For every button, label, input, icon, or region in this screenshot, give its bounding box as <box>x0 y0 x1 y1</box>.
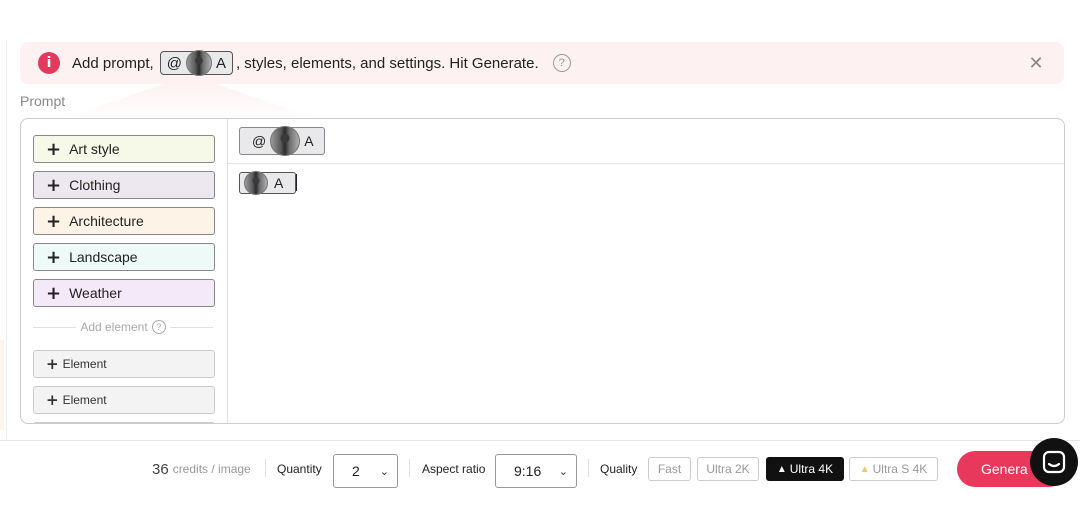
chevron-down-icon: ⌄ <box>558 464 568 478</box>
help-icon[interactable]: ? <box>552 54 571 72</box>
quantity-label: Quantity <box>277 462 322 476</box>
plus-icon: + <box>46 355 59 373</box>
plus-icon: + <box>46 246 62 268</box>
ultra-icon: ▲ <box>776 463 787 475</box>
weather-button[interactable]: + Weather <box>33 279 215 307</box>
prompt-label: Prompt <box>20 93 66 109</box>
add-element-divider: Add element ? <box>33 319 214 335</box>
quality-option-label: Ultra 4K <box>789 462 834 476</box>
quality-option-label: Fast <box>657 462 682 476</box>
quality-ultra-s-4k-button[interactable]: ▲ Ultra S 4K <box>849 457 938 481</box>
generation-settings-bar: 36 credits / image Quantity 2 ⌄ Aspect r… <box>0 440 1080 488</box>
credits-number: 36 <box>152 460 169 478</box>
add-element-label: Add element <box>80 320 148 334</box>
clothing-button[interactable]: + Clothing <box>33 171 215 199</box>
generate-label: Genera <box>981 461 1028 477</box>
banner-text-after: , styles, elements, and settings. Hit Ge… <box>235 54 539 72</box>
plus-icon: + <box>46 391 59 409</box>
credits-unit: credits / image <box>172 462 251 476</box>
prompt-box: + Art style + Clothing + Architecture + … <box>20 118 1065 424</box>
credits-info: 36 credits / image <box>152 449 251 489</box>
inline-reference-chip[interactable]: A <box>239 171 297 195</box>
element-sidebar: + Art style + Clothing + Architecture + … <box>21 119 228 423</box>
plus-icon: + <box>46 174 62 196</box>
add-element-button-partial[interactable] <box>33 422 215 423</box>
separator <box>265 459 266 477</box>
chat-icon <box>1042 450 1066 474</box>
aspect-ratio-value: 9:16 <box>514 463 542 479</box>
aspect-ratio-label: Aspect ratio <box>422 462 486 476</box>
element-button-label: Element <box>62 357 107 371</box>
at-symbol: @ <box>252 133 267 149</box>
close-icon[interactable]: ✕ <box>1026 53 1046 74</box>
element-button-label: Element <box>62 393 107 407</box>
reference-row: @ A <box>228 119 1064 164</box>
help-icon[interactable]: ? <box>151 320 166 334</box>
separator <box>409 459 410 477</box>
add-element-button[interactable]: + Element <box>33 350 215 378</box>
info-icon: i <box>38 52 60 74</box>
divider-line <box>33 326 77 328</box>
hint-banner: i Add prompt, @ A , styles, elements, an… <box>20 42 1064 84</box>
banner-text: Add prompt, @ A , styles, elements, and … <box>72 42 571 84</box>
prompt-editor[interactable]: @ A A <box>228 119 1064 423</box>
divider-line <box>169 326 214 328</box>
separator <box>588 459 589 477</box>
quality-ultra-2k-button[interactable]: Ultra 2K <box>697 457 759 481</box>
style-button-label: Clothing <box>69 177 121 193</box>
plus-icon: + <box>46 138 62 160</box>
quality-fast-button[interactable]: Fast <box>648 457 691 481</box>
add-element-button[interactable]: + Element <box>33 386 215 414</box>
at-symbol: @ <box>166 54 182 72</box>
plus-icon: + <box>46 282 62 304</box>
style-button-label: Landscape <box>69 249 138 265</box>
chat-support-button[interactable] <box>1030 438 1078 486</box>
landscape-button[interactable]: + Landscape <box>33 243 215 271</box>
reference-letter: A <box>215 54 226 72</box>
quantity-value: 2 <box>352 463 360 479</box>
quality-label: Quality <box>600 462 638 476</box>
text-cursor <box>296 174 297 191</box>
reference-avatar <box>185 50 212 76</box>
aspect-ratio-select[interactable]: 9:16 ⌄ <box>495 454 577 488</box>
plus-icon: + <box>46 210 62 232</box>
quality-option-label: Ultra S 4K <box>872 462 928 476</box>
banner-text-before: Add prompt, <box>72 54 154 72</box>
quantity-select[interactable]: 2 ⌄ <box>333 454 398 488</box>
reference-chip: @ A <box>159 50 233 76</box>
art-style-button[interactable]: + Art style <box>33 135 215 163</box>
chevron-down-icon: ⌄ <box>379 464 389 478</box>
reference-avatar <box>244 171 268 195</box>
left-panel-highlight <box>0 340 4 430</box>
reference-chip[interactable]: @ A <box>239 126 325 156</box>
reference-avatar <box>270 126 301 156</box>
ultra-icon: ▲ <box>859 463 870 475</box>
quality-option-label: Ultra 2K <box>706 462 750 476</box>
reference-letter: A <box>304 133 314 149</box>
architecture-button[interactable]: + Architecture <box>33 207 215 235</box>
style-button-label: Weather <box>69 285 122 301</box>
reference-letter: A <box>274 175 284 191</box>
style-button-label: Architecture <box>69 213 144 229</box>
quality-ultra-4k-button[interactable]: ▲ Ultra 4K <box>766 457 844 481</box>
banner-pointer <box>60 84 320 120</box>
style-button-label: Art style <box>69 141 120 157</box>
